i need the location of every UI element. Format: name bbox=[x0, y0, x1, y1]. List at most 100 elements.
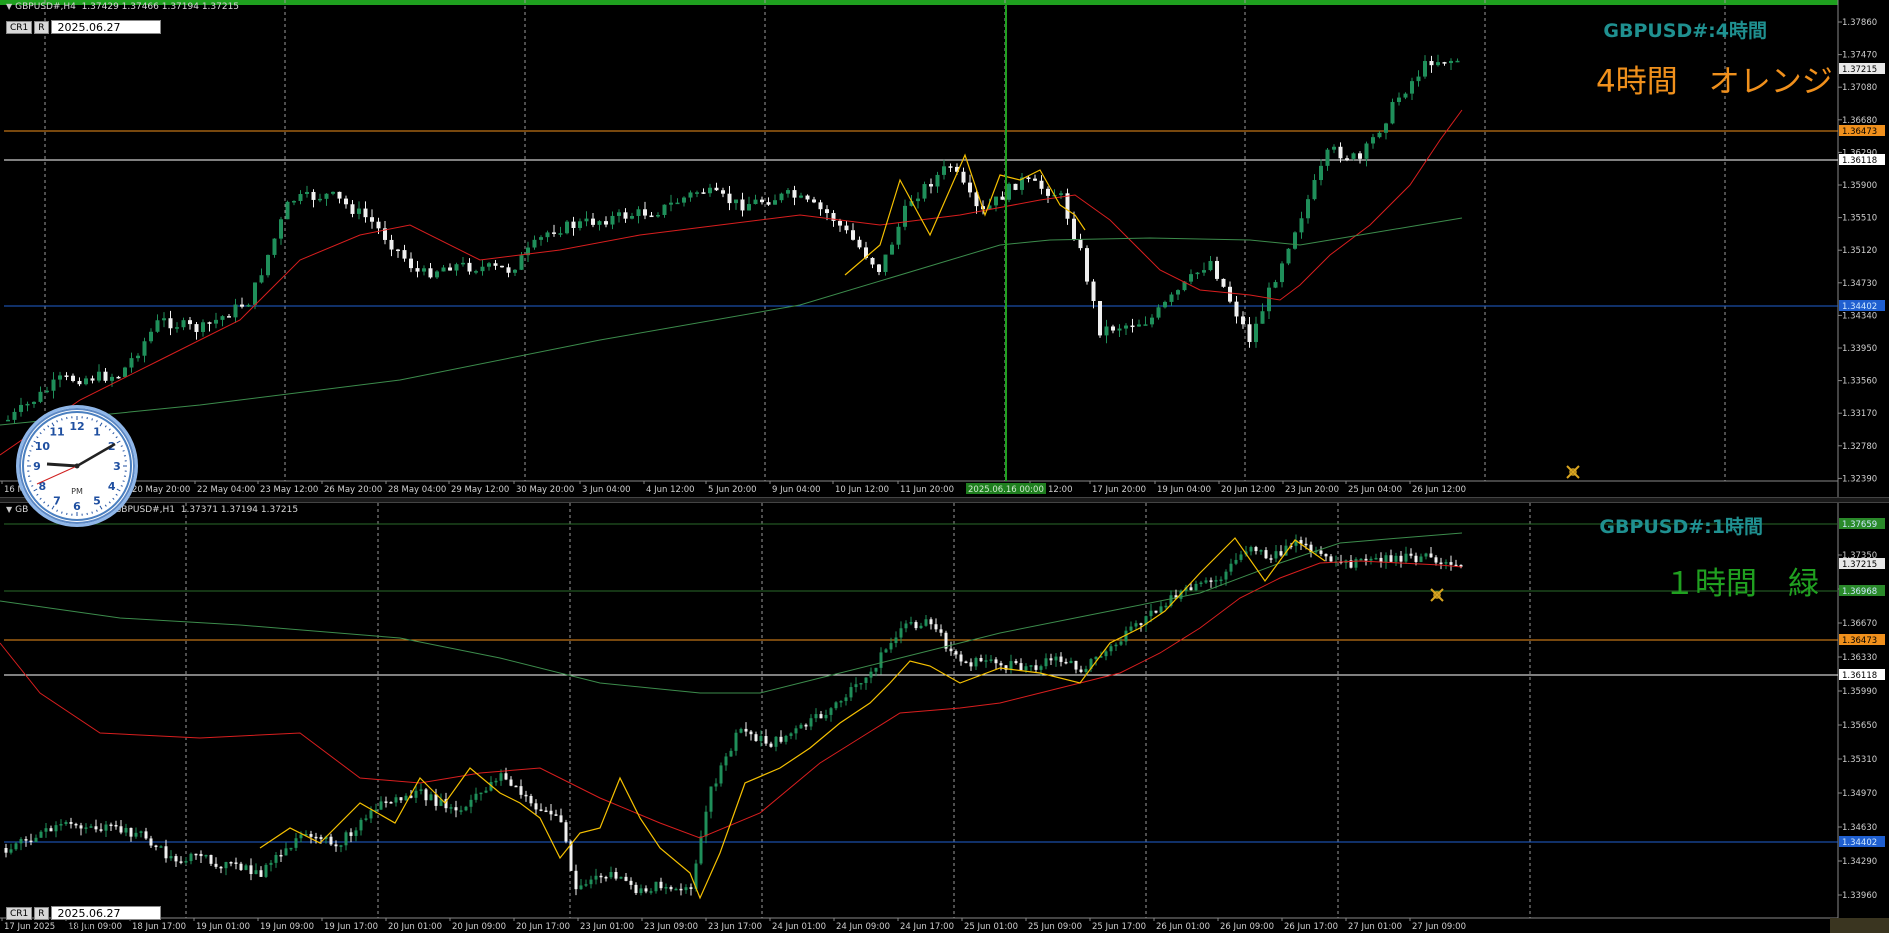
candle-body bbox=[1442, 62, 1447, 64]
candle-body bbox=[1072, 218, 1076, 240]
corner-status-box bbox=[1830, 918, 1889, 933]
time-axis-label: 23 Jun 09:00 bbox=[644, 922, 698, 932]
candle-body bbox=[594, 875, 598, 880]
candle-body bbox=[1397, 97, 1401, 103]
candle-body bbox=[220, 316, 225, 320]
candle-body bbox=[1429, 61, 1434, 66]
candle-body bbox=[959, 654, 963, 662]
candle-body bbox=[1164, 605, 1168, 608]
time-axis-label: 26 May 20:00 bbox=[324, 485, 382, 495]
candle-body bbox=[534, 803, 538, 810]
candle-body bbox=[844, 697, 848, 702]
candles bbox=[4, 534, 1463, 896]
candle-body bbox=[32, 401, 36, 404]
time-axis-label: 5 Jun 20:00 bbox=[708, 485, 757, 495]
candle-body bbox=[396, 249, 400, 252]
candle-body bbox=[979, 658, 983, 662]
candle-body bbox=[559, 815, 563, 823]
time-axis-label: 17 Jun 20:00 bbox=[1092, 485, 1146, 495]
candle-body bbox=[329, 836, 333, 845]
candle-body bbox=[1434, 557, 1438, 563]
candle-body bbox=[838, 220, 842, 226]
candle-body bbox=[1221, 278, 1226, 287]
candle-body bbox=[1345, 158, 1349, 160]
cr1-button[interactable]: CR1 bbox=[6, 20, 33, 34]
candle-body bbox=[1384, 123, 1388, 133]
candle-body bbox=[1332, 146, 1336, 150]
chart-menu-triangle-icon[interactable]: ▼ bbox=[6, 505, 12, 514]
cr1-button[interactable]: CR1 bbox=[6, 906, 33, 920]
candle-body bbox=[1390, 102, 1395, 124]
h1-symbol-label: GBPUSD#:1時間 bbox=[1599, 516, 1763, 538]
r-button[interactable]: R bbox=[34, 906, 49, 920]
candle-body bbox=[9, 849, 13, 853]
candle-body bbox=[599, 875, 603, 878]
candle-body bbox=[64, 375, 69, 377]
candle-body bbox=[591, 218, 595, 225]
candle-body bbox=[369, 810, 373, 819]
candle-body bbox=[969, 662, 973, 667]
candle-body bbox=[922, 184, 927, 199]
candle-body bbox=[1154, 610, 1158, 613]
candle-body bbox=[1064, 661, 1068, 664]
candle-body bbox=[634, 884, 638, 894]
clock-tick bbox=[29, 450, 32, 452]
price-axis-label: 1.32390 bbox=[1842, 474, 1877, 484]
candle-body bbox=[1234, 559, 1238, 564]
candle-body bbox=[574, 870, 578, 890]
candle-body bbox=[792, 190, 797, 198]
price-axis-label: 1.36680 bbox=[1842, 116, 1877, 126]
candle-body bbox=[1312, 180, 1317, 200]
price-axis-label: 1.34630 bbox=[1842, 823, 1877, 833]
candle-body bbox=[727, 193, 732, 204]
candle-body bbox=[1104, 326, 1109, 336]
date-field[interactable]: 2025.06.27 16:00 bbox=[50, 20, 161, 47]
candle-body bbox=[149, 331, 153, 342]
candle-body bbox=[184, 861, 188, 863]
candle-body bbox=[929, 184, 933, 187]
candle-body bbox=[207, 322, 212, 324]
candles bbox=[6, 54, 1460, 424]
time-axis-label: 25 Jun 04:00 bbox=[1348, 485, 1402, 495]
chart-menu-triangle-icon[interactable]: ▼ bbox=[6, 2, 12, 11]
candle-body bbox=[309, 834, 313, 837]
h1-chart-canvas[interactable]: 1.373501.370101.366701.363301.359901.356… bbox=[0, 503, 1889, 933]
h4-header-text: GBPUSD#,H4 1.37429 1.37466 1.37194 1.372… bbox=[15, 2, 240, 12]
price-axis-label: 1.34970 bbox=[1842, 789, 1877, 799]
candle-body bbox=[1416, 76, 1421, 82]
clock-tick bbox=[122, 480, 125, 482]
candle-body bbox=[1449, 60, 1453, 64]
candle-body bbox=[704, 811, 708, 837]
h1-chart-panel[interactable]: 1.373501.370101.366701.363301.359901.356… bbox=[0, 503, 1889, 933]
candle-body bbox=[1377, 132, 1382, 138]
candle-body bbox=[1065, 193, 1070, 219]
analog-clock-widget[interactable]: 121234567891011PM bbox=[16, 405, 138, 527]
candle-body bbox=[1104, 651, 1108, 657]
candle-body bbox=[74, 823, 78, 826]
price-axis-label: 1.37470 bbox=[1842, 51, 1877, 61]
candle-body bbox=[461, 262, 465, 265]
h4-chart-panel[interactable]: 1.37860 1.37470 1.37080 1.36680 1.36290 1.359… bbox=[0, 0, 1889, 497]
candle-body bbox=[285, 201, 290, 220]
candle-body bbox=[435, 271, 439, 278]
candle-body bbox=[441, 267, 446, 272]
candle-body bbox=[434, 794, 438, 806]
candle-body bbox=[1119, 641, 1123, 645]
candle-body bbox=[1114, 644, 1118, 647]
time-axis-label: 24 Jun 17:00 bbox=[900, 922, 954, 932]
candle-body bbox=[404, 795, 408, 801]
candle-body bbox=[1219, 579, 1223, 582]
date-field[interactable]: 2025.06.27 16:00 bbox=[50, 906, 161, 933]
candle-body bbox=[1269, 558, 1273, 560]
candle-body bbox=[114, 824, 118, 827]
candle-body bbox=[370, 217, 374, 222]
candle-body bbox=[239, 863, 243, 870]
candle-body bbox=[584, 218, 589, 222]
candle-body bbox=[714, 187, 719, 191]
r-button[interactable]: R bbox=[34, 20, 49, 34]
candle-body bbox=[589, 879, 593, 885]
candle-body bbox=[1304, 543, 1308, 546]
candle-body bbox=[834, 702, 838, 709]
candle-body bbox=[854, 684, 858, 688]
candle-body bbox=[999, 663, 1003, 666]
